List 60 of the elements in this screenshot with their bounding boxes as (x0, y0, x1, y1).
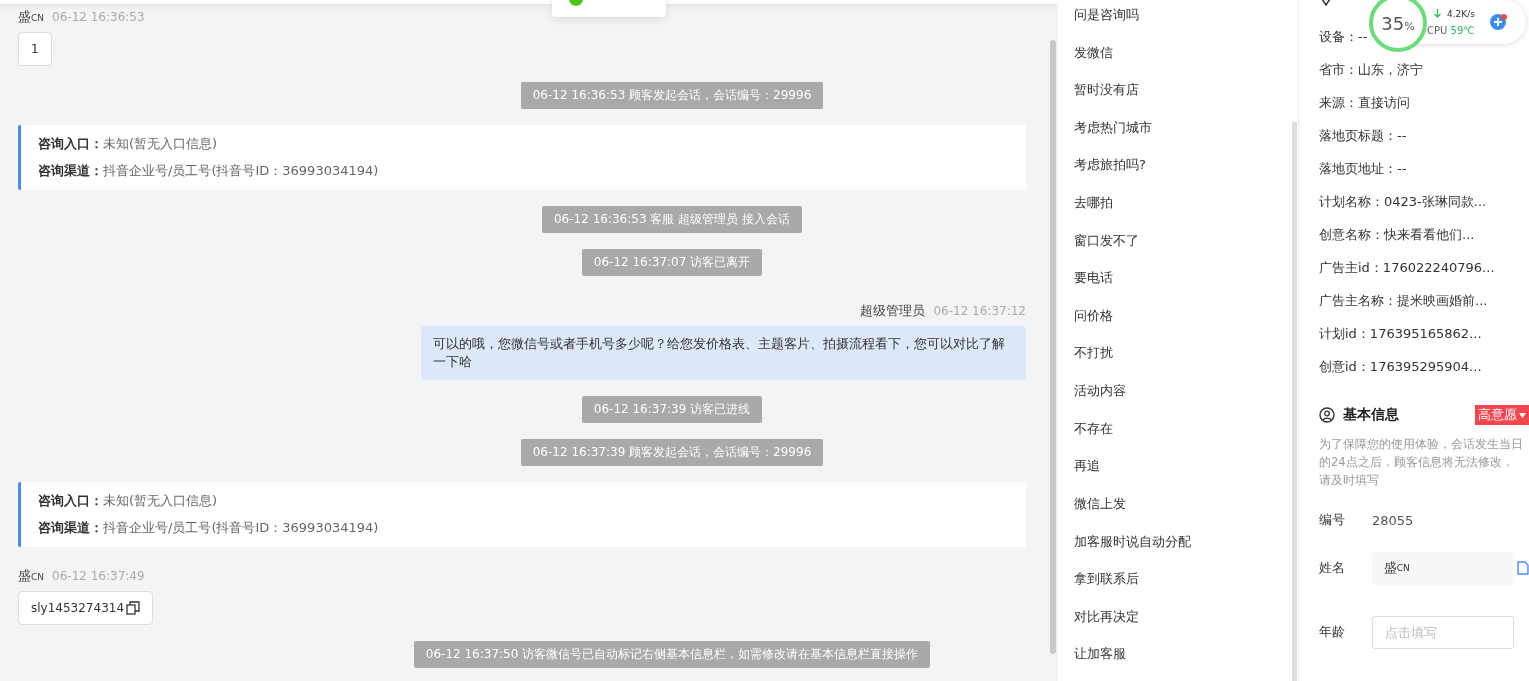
usage-percent: 35% (1381, 12, 1415, 34)
quick-reply-item[interactable]: 微信上发 (1074, 492, 1298, 531)
quick-reply-item[interactable]: 让加客服 (1074, 643, 1298, 681)
source-info-line: 落地页地址：-- (1319, 160, 1407, 178)
quick-reply-item[interactable]: 考虑旅拍吗? (1074, 154, 1298, 193)
quick-reply-item[interactable]: 问价格 (1074, 304, 1298, 343)
quick-reply-item[interactable]: 不存在 (1074, 417, 1298, 456)
source-info-line: 设备：-- (1319, 28, 1368, 46)
intent-dropdown[interactable]: 高意愿 (1475, 405, 1529, 425)
quick-reply-item[interactable]: 对比再决定 (1074, 605, 1298, 644)
source-info-line: 计划id：176395165862... (1319, 325, 1482, 343)
quick-reply-item[interactable]: 暂时没有店 (1074, 79, 1298, 117)
quick-reply-item[interactable]: 要电话 (1074, 267, 1298, 305)
field-value: 28055 (1372, 512, 1414, 528)
message-time: 06-12 16:37:12 (933, 304, 1026, 318)
source-info-line: 省市：山东，济宁 (1319, 61, 1423, 79)
quick-reply-item[interactable]: 窗口发不了 (1074, 229, 1298, 268)
message-bubble: sly1453274314 (18, 591, 154, 625)
field-label: 姓名 (1319, 559, 1346, 577)
system-notice: 06-12 16:36:53 顾客发起会话，会话编号：29996 (520, 82, 824, 109)
quick-reply-item[interactable]: 发微信 (1074, 41, 1298, 80)
source-info-line: 创意名称：快来看看他们... (1319, 226, 1475, 244)
message-bubble: 1 (18, 32, 52, 66)
message-bubble: 可以的哦，您微信号或者手机号多少呢？给您发价格表、主题客片、拍摄流程看下，您可以对比了解一下哈 (421, 326, 1026, 380)
visitor-name: 盛CN (18, 8, 45, 26)
info-line: 咨询入口：未知(暂无入口信息) (38, 135, 219, 153)
agent-name: 超级管理员 (860, 302, 926, 320)
quick-reply-item[interactable]: 活动内容 (1074, 380, 1298, 418)
net-speed: 4.2K/s (1447, 9, 1475, 19)
system-notice: 06-12 16:37:50 访客微信号已自动标记右侧基本信息栏，如需修改请在基本信息栏直接操作 (413, 641, 931, 668)
visitor-name: 盛CN (18, 567, 45, 585)
notice-text: 为了保障您的使用体验，会话发生当日的24点之后，顾客信息将无法修改，请及时填写 (1319, 436, 1524, 489)
source-info-line: 广告主名称：提米映画婚前... (1319, 292, 1488, 310)
quick-reply-item[interactable]: 再追 (1074, 455, 1298, 493)
quick-reply-item[interactable]: 加客服时说自动分配 (1074, 530, 1298, 569)
source-info-line: 广告主id：176022240796... (1319, 259, 1495, 277)
section-title: 基本信息 (1343, 406, 1399, 424)
source-info-line: 落地页标题：-- (1319, 127, 1407, 145)
system-notice: 06-12 16:37:39 访客已进线 (581, 396, 763, 423)
cpu-reading: CPU 59℃ (1427, 25, 1475, 36)
info-line: 咨询渠道：抖音企业号/员工号(抖音号ID：36993034194) (38, 519, 380, 537)
system-notice: 06-12 16:37:07 访客已离开 (581, 249, 763, 276)
source-info-line: 创意id：176395295904... (1319, 358, 1482, 376)
field-label: 编号 (1319, 511, 1346, 529)
age-field[interactable]: 点击填写 (1372, 615, 1514, 649)
quick-reply-item[interactable]: 考虑热门城市 (1074, 116, 1298, 155)
source-info-line: 来源：直接访问 (1319, 94, 1410, 112)
info-line: 咨询入口：未知(暂无入口信息) (38, 492, 219, 510)
quick-reply-item[interactable]: 去哪拍 (1074, 192, 1298, 230)
field-label: 年龄 (1319, 623, 1346, 641)
quick-reply-item[interactable]: 问是咨询吗 (1074, 4, 1298, 42)
name-field[interactable]: 盛CN (1371, 551, 1514, 585)
quick-reply-item[interactable]: 拿到联系后 (1074, 568, 1298, 606)
source-info-line: 计划名称：0423-张琳同款... (1319, 193, 1487, 211)
message-time: 06-12 16:37:49 (52, 569, 145, 583)
info-line: 咨询渠道：抖音企业号/员工号(抖音号ID：36993034194) (38, 162, 380, 180)
quick-reply-item[interactable]: 不打扰 (1074, 342, 1298, 381)
system-notice: 06-12 16:36:53 客服 超级管理员 接入会话 (542, 206, 802, 233)
message-time: 06-12 16:36:53 (52, 10, 145, 24)
system-notice: 06-12 16:37:39 顾客发起会话，会话编号：29996 (520, 439, 824, 466)
